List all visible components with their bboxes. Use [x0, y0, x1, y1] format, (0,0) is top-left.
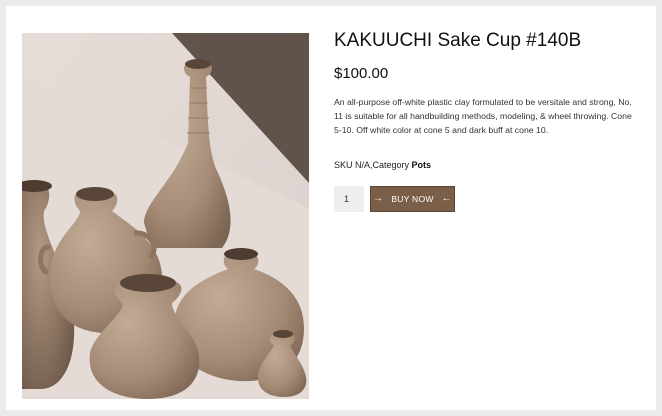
clay-vases-photo	[22, 33, 309, 399]
product-card: KAKUUCHI Sake Cup #140B $100.00 An all-p…	[6, 6, 656, 410]
category-link[interactable]: Pots	[412, 160, 432, 170]
buy-now-button[interactable]: → BUY NOW ←	[370, 186, 455, 212]
product-title: KAKUUCHI Sake Cup #140B	[334, 30, 582, 51]
product-meta: SKU N/A,Category Pots	[334, 160, 431, 170]
product-description: An all-purpose off-white plastic clay fo…	[334, 97, 632, 135]
product-price: $100.00	[334, 65, 389, 82]
arrow-right-icon: →	[373, 193, 384, 204]
product-image	[22, 33, 309, 399]
buy-now-label: BUY NOW	[391, 194, 434, 204]
quantity-input[interactable]	[334, 186, 364, 212]
arrow-left-icon: ←	[441, 193, 452, 204]
sku-category-label: SKU N/A,Category	[334, 160, 412, 170]
